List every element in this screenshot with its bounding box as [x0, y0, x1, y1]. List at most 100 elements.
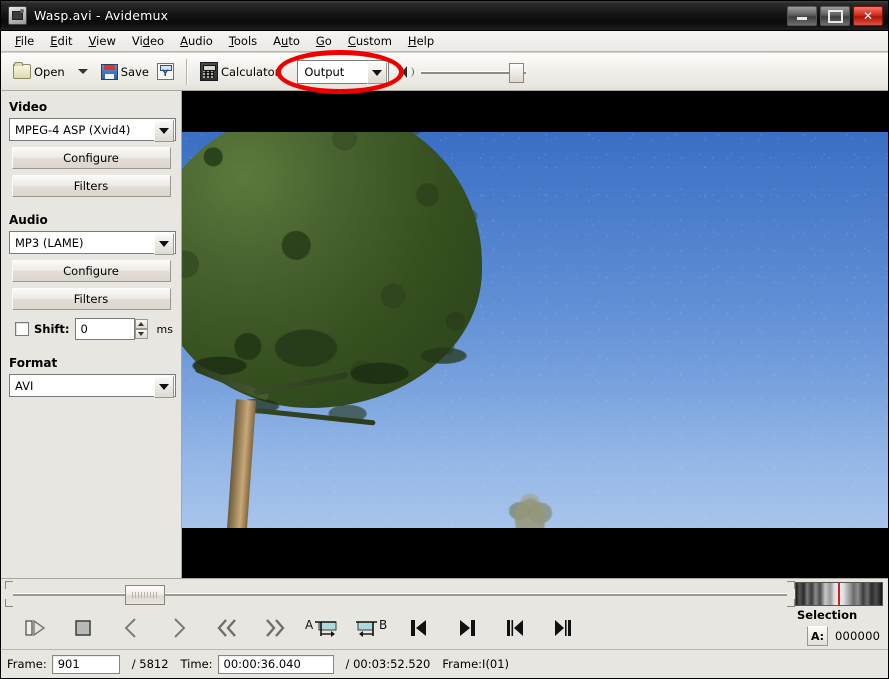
chevron-down-icon — [159, 241, 169, 247]
menu-file[interactable]: File — [7, 32, 42, 50]
next-frame-icon — [174, 618, 186, 638]
format-value: AVI — [15, 378, 34, 393]
save-script-icon — [156, 63, 174, 80]
menu-audio[interactable]: Audio — [172, 32, 221, 50]
minimize-button[interactable] — [787, 6, 817, 26]
chevron-down-icon — [372, 69, 383, 76]
audio-configure-button[interactable]: Configure — [11, 260, 171, 282]
tree-lower-foliage — [182, 328, 482, 454]
floppy-disk-icon — [100, 63, 118, 80]
open-dropdown-chevron-down-icon[interactable] — [77, 69, 88, 74]
playhead-marker-icon — [838, 583, 840, 605]
speaker-icon[interactable] — [399, 65, 415, 79]
audio-codec-value: MP3 (LAME) — [15, 235, 84, 250]
volume-slider[interactable] — [421, 62, 527, 83]
chevron-down-icon — [138, 332, 145, 336]
next-frame-button[interactable] — [155, 613, 203, 643]
background-shrub — [502, 480, 558, 528]
menu-auto[interactable]: Auto — [265, 32, 308, 50]
frame-input[interactable]: 901 — [51, 654, 120, 674]
window-title: Wasp.avi - Avidemux — [34, 7, 169, 23]
video-codec-combo[interactable]: MPEG-4 ASP (Xvid4) — [9, 118, 176, 142]
close-button[interactable]: ✕ — [853, 6, 883, 26]
format-combo[interactable]: AVI — [9, 374, 176, 398]
title-bar: Wasp.avi - Avidemux ✕ — [0, 0, 889, 31]
menu-video[interactable]: Video — [124, 32, 172, 50]
go-to-start-button[interactable] — [395, 613, 443, 643]
status-bar: Frame: 901 / 5812 Time: 00:00:36.040 / 0… — [1, 649, 888, 678]
video-preview[interactable] — [182, 91, 888, 578]
chevron-up-icon — [138, 322, 145, 326]
time-input[interactable]: 00:00:36.040 — [217, 654, 334, 674]
save-button-label: Save — [120, 64, 149, 79]
audio-codec-combo[interactable]: MP3 (LAME) — [9, 231, 176, 255]
menu-help[interactable]: Help — [400, 32, 442, 50]
format-combo-button[interactable] — [154, 376, 174, 398]
maximize-icon — [827, 9, 843, 23]
set-marker-a-button[interactable]: A — [299, 613, 347, 643]
timeline-slider[interactable] — [5, 581, 795, 607]
folder-icon — [13, 62, 31, 79]
save-script-button[interactable] — [153, 60, 178, 83]
menu-custom[interactable]: Custom — [340, 32, 400, 50]
fast-forward-button[interactable] — [251, 613, 299, 643]
output-combo-value: Output — [304, 64, 345, 79]
menu-go[interactable]: Go — [308, 32, 340, 50]
volume-slider-handle[interactable] — [509, 62, 525, 83]
menu-edit[interactable]: Edit — [42, 32, 80, 50]
stop-button[interactable] — [59, 613, 107, 643]
selection-thumbnail-strip[interactable] — [795, 582, 883, 606]
play-button[interactable] — [11, 613, 59, 643]
menu-view[interactable]: View — [81, 32, 124, 50]
set-marker-b-button[interactable]: B — [347, 613, 395, 643]
video-section-heading: Video — [9, 100, 48, 114]
timeline-handle[interactable] — [125, 585, 165, 605]
video-codec-value: MPEG-4 ASP (Xvid4) — [15, 122, 131, 137]
calculator-button[interactable]: Calculator — [196, 59, 283, 84]
window-controls: ✕ — [787, 6, 883, 26]
video-codec-combo-button[interactable] — [154, 120, 174, 142]
format-section-heading: Format — [9, 356, 58, 370]
audio-section-heading: Audio — [9, 213, 48, 227]
svg-text:B: B — [379, 618, 387, 632]
audio-shift-input[interactable]: 0 — [74, 318, 148, 340]
maximize-button[interactable] — [820, 6, 850, 26]
stop-icon — [75, 620, 91, 636]
video-configure-button[interactable]: Configure — [11, 147, 171, 169]
output-combo[interactable]: Output — [297, 59, 390, 84]
play-icon — [25, 619, 46, 637]
video-filters-button[interactable]: Filters — [11, 175, 171, 197]
audio-filters-button[interactable]: Filters — [11, 288, 171, 310]
output-combo-button[interactable] — [367, 61, 388, 84]
video-frame-image — [182, 132, 888, 528]
save-button[interactable]: Save — [97, 61, 153, 83]
chevron-down-icon — [159, 384, 169, 390]
audio-shift-checkbox[interactable] — [15, 322, 29, 336]
letterbox-bottom — [182, 528, 888, 578]
time-label: Time: — [180, 657, 213, 671]
menu-bar: File Edit View Video Audio Tools Auto Go… — [1, 31, 888, 52]
encoder-sidebar: Video MPEG-4 ASP (Xvid4) Configure Filte… — [1, 91, 182, 578]
time-total: / 00:03:52.520 — [345, 657, 431, 671]
selection-a-button[interactable]: A: — [807, 626, 828, 646]
spinner-up-button[interactable] — [134, 319, 148, 329]
audio-shift-unit: ms — [156, 322, 173, 336]
prev-keyframe-icon — [507, 620, 523, 636]
previous-frame-button[interactable] — [107, 613, 155, 643]
menu-tools[interactable]: Tools — [221, 32, 265, 50]
minimize-icon — [797, 17, 807, 20]
toolbar: Open Save Calculator Output — [1, 53, 888, 91]
next-keyframe-button[interactable] — [539, 613, 587, 643]
audio-codec-combo-button[interactable] — [154, 233, 174, 255]
calculator-icon — [199, 62, 218, 81]
toolbar-separator — [185, 58, 188, 85]
previous-keyframe-button[interactable] — [491, 613, 539, 643]
go-start-icon — [411, 620, 426, 636]
open-button[interactable]: Open — [9, 61, 69, 82]
prev-frame-icon — [124, 618, 136, 638]
timeline-corner — [5, 599, 13, 607]
rewind-button[interactable] — [203, 613, 251, 643]
go-to-end-button[interactable] — [443, 613, 491, 643]
audio-shift-stepper[interactable] — [134, 319, 148, 339]
spinner-down-button[interactable] — [134, 329, 148, 339]
